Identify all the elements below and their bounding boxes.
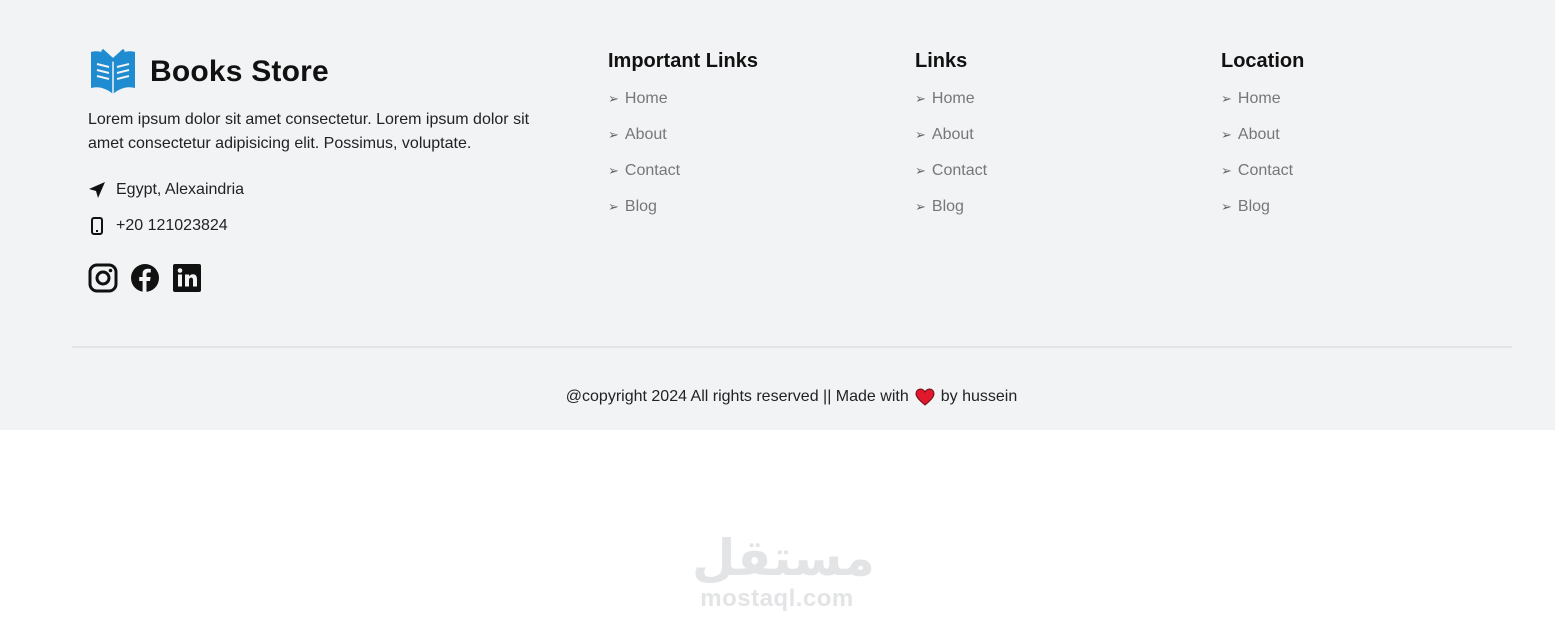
author-text: by hussein xyxy=(940,388,1018,405)
instagram-icon[interactable] xyxy=(88,263,118,293)
linkedin-icon[interactable] xyxy=(172,263,202,293)
footer-link-contact[interactable]: ➢ Contact xyxy=(915,159,987,195)
footer-link-home[interactable]: ➢ Home xyxy=(915,87,987,123)
location-text: Egypt, Alexaindria xyxy=(116,181,245,198)
brand[interactable]: Books Store xyxy=(88,48,329,96)
footer-link-blog[interactable]: ➢ Blog xyxy=(915,195,987,231)
arrow-icon: ➢ xyxy=(1221,127,1232,142)
footer-link-about[interactable]: ➢ About xyxy=(1221,123,1304,159)
arrow-icon: ➢ xyxy=(608,199,619,214)
footer-link-about[interactable]: ➢ About xyxy=(608,123,758,159)
arrow-icon: ➢ xyxy=(915,163,926,178)
footer-link-home[interactable]: ➢ Home xyxy=(608,87,758,123)
location-arrow-icon xyxy=(89,182,105,198)
arrow-icon: ➢ xyxy=(608,163,619,178)
column-title: Links xyxy=(915,50,968,72)
facebook-icon[interactable] xyxy=(130,263,160,293)
footer-link-contact[interactable]: ➢ Contact xyxy=(608,159,758,195)
contact-phone: +20 121023824 xyxy=(88,217,228,235)
column-title: Location xyxy=(1221,50,1305,72)
footer-column-links: Links ➢ Home ➢ About ➢ Contact ➢ Blog xyxy=(915,50,987,231)
contact-location: Egypt, Alexaindria xyxy=(88,181,244,199)
link-label: About xyxy=(1237,126,1280,143)
link-label: Blog xyxy=(931,198,964,215)
copyright-text: @copyright 2024 All rights reserved || M… xyxy=(565,388,909,405)
footer-link-about[interactable]: ➢ About xyxy=(915,123,987,159)
arrow-icon: ➢ xyxy=(915,127,926,142)
mostaql-watermark: مستقل mostaql.com xyxy=(692,529,875,612)
link-label: About xyxy=(931,126,974,143)
arrow-icon: ➢ xyxy=(608,127,619,142)
copyright: @copyright 2024 All rights reserved || M… xyxy=(0,388,1555,406)
footer-column-important-links: Important Links ➢ Home ➢ About ➢ Contact ➢ B… xyxy=(608,50,758,231)
link-label: About xyxy=(624,126,667,143)
arrow-icon: ➢ xyxy=(1221,199,1232,214)
footer-link-home[interactable]: ➢ Home xyxy=(1221,87,1304,123)
footer-link-blog[interactable]: ➢ Blog xyxy=(608,195,758,231)
social-links xyxy=(88,263,214,293)
arrow-icon: ➢ xyxy=(1221,163,1232,178)
link-label: Contact xyxy=(931,162,988,179)
footer-divider xyxy=(72,346,1512,348)
link-label: Blog xyxy=(624,198,657,215)
link-label: Contact xyxy=(624,162,681,179)
link-label: Contact xyxy=(1237,162,1294,179)
arrow-icon: ➢ xyxy=(1221,91,1232,106)
footer-column-location: Location ➢ Home ➢ About ➢ Contact ➢ Blog xyxy=(1221,50,1304,231)
about-text: Lorem ipsum dolor sit amet consectetur. … xyxy=(88,111,530,152)
phone-text: +20 121023824 xyxy=(116,217,228,234)
arrow-icon: ➢ xyxy=(608,91,619,106)
footer-link-contact[interactable]: ➢ Contact xyxy=(1221,159,1304,195)
brand-name: Books Store xyxy=(150,55,329,88)
watermark-latin: mostaql.com xyxy=(700,585,854,612)
link-label: Blog xyxy=(1237,198,1270,215)
open-book-icon xyxy=(91,48,135,94)
column-title: Important Links xyxy=(608,50,759,72)
watermark-arabic: مستقل xyxy=(692,529,875,587)
footer-link-blog[interactable]: ➢ Blog xyxy=(1221,195,1304,231)
site-footer: Books Store Lorem ipsum dolor sit amet c… xyxy=(0,0,1555,430)
link-label: Home xyxy=(1237,90,1281,107)
arrow-icon: ➢ xyxy=(915,91,926,106)
link-label: Home xyxy=(931,90,975,107)
mobile-phone-icon xyxy=(91,217,103,235)
link-label: Home xyxy=(624,90,668,107)
heart-icon xyxy=(915,388,935,406)
arrow-icon: ➢ xyxy=(915,199,926,214)
